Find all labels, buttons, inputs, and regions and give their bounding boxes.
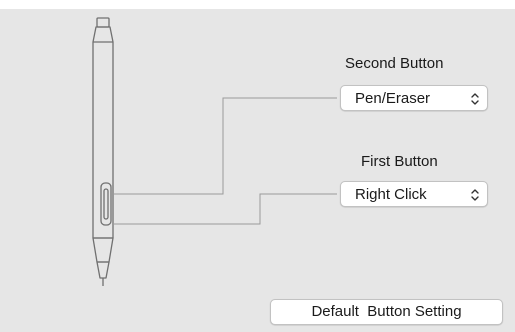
first-button-value: Right Click (355, 186, 427, 203)
first-button-label: First Button (361, 153, 438, 170)
second-button-select[interactable]: Pen/Eraser (340, 85, 488, 111)
default-button-setting-button[interactable]: Default Button Setting (270, 299, 503, 325)
first-button-select[interactable]: Right Click (340, 181, 488, 207)
second-button-label: Second Button (345, 55, 444, 72)
second-button-value: Pen/Eraser (355, 90, 431, 107)
up-down-chevron-icon (471, 93, 479, 105)
up-down-chevron-icon (471, 189, 479, 201)
